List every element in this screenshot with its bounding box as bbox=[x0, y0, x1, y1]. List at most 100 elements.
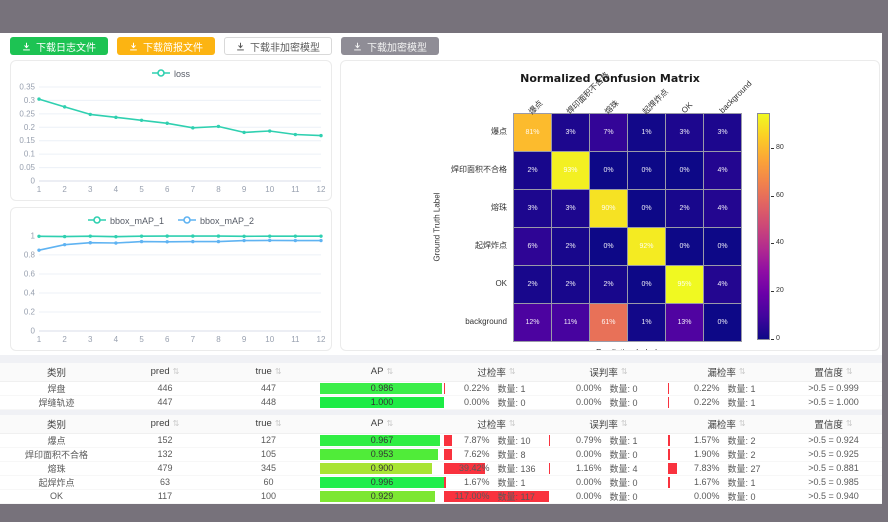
matrix-colorbar bbox=[757, 113, 770, 340]
legend-label: bbox_mAP_1 bbox=[110, 216, 164, 226]
legend-marker-icon bbox=[152, 69, 170, 79]
svg-text:4: 4 bbox=[114, 185, 119, 194]
cell-ap: 0.996 bbox=[320, 475, 444, 489]
rate-count: 数量: 0 bbox=[728, 490, 774, 503]
download-button-gray[interactable]: 下载加密模型 bbox=[341, 37, 439, 55]
download-button-orange[interactable]: 下载简报文件 bbox=[117, 37, 215, 55]
matrix-cell: 2% bbox=[666, 190, 703, 227]
column-header-label: 类别 bbox=[0, 415, 113, 433]
rate-text: 1.67%数量: 1 bbox=[444, 476, 549, 489]
svg-text:0.2: 0.2 bbox=[24, 123, 36, 132]
rate-percent: 1.67% bbox=[450, 477, 490, 487]
rate-percent: 0.00% bbox=[562, 491, 602, 501]
cell-conf: >0.5 = 0.999 bbox=[785, 381, 882, 395]
rate-count: 数量: 0 bbox=[610, 396, 656, 409]
cell-mis: 0.00%数量: 0 bbox=[549, 381, 668, 395]
matrix-cell: 1% bbox=[628, 304, 665, 341]
chart-legend: bbox_mAP_1 bbox_mAP_2 bbox=[11, 208, 331, 228]
rate-text: 0.00%数量: 0 bbox=[549, 448, 668, 461]
rate-percent: 0.00% bbox=[562, 383, 602, 393]
column-header-over[interactable]: 过检率⇅ bbox=[444, 415, 549, 433]
svg-text:4: 4 bbox=[114, 335, 119, 344]
cell-miss: 7.83%数量: 27 bbox=[668, 461, 785, 475]
rate-percent: 0.22% bbox=[680, 397, 720, 407]
matrix-cell: 4% bbox=[704, 266, 741, 303]
svg-text:8: 8 bbox=[216, 335, 221, 344]
svg-text:6: 6 bbox=[165, 335, 170, 344]
legend-label: bbox_mAP_2 bbox=[200, 216, 254, 226]
cell-pred: 447 bbox=[113, 395, 217, 409]
matrix-row-label: 焊印面积不合格 bbox=[357, 151, 507, 188]
sort-caret-icon: ⇅ bbox=[621, 368, 628, 376]
column-header-over[interactable]: 过检率⇅ bbox=[444, 363, 549, 381]
rate-count: 数量: 1 bbox=[610, 434, 656, 447]
column-header-conf[interactable]: 置信度⇅ bbox=[785, 363, 882, 381]
column-header-true[interactable]: true⇅ bbox=[217, 415, 320, 433]
rate-count: 数量: 1 bbox=[498, 382, 544, 395]
column-header-true[interactable]: true⇅ bbox=[217, 363, 320, 381]
sort-caret-icon: ⇅ bbox=[509, 420, 516, 428]
cell-pred: 117 bbox=[113, 489, 217, 503]
cell-ap: 1.000 bbox=[320, 395, 444, 409]
sort-caret-icon: ⇅ bbox=[173, 368, 180, 376]
rate-count: 数量: 10 bbox=[498, 434, 544, 447]
cell-mis: 0.00%数量: 0 bbox=[549, 489, 668, 503]
ap-value: 1.000 bbox=[320, 396, 444, 409]
download-button-green[interactable]: 下载日志文件 bbox=[10, 37, 108, 55]
cell-label: OK bbox=[0, 489, 113, 503]
cell-pred: 132 bbox=[113, 447, 217, 461]
rate-count: 数量: 1 bbox=[728, 396, 774, 409]
matrix-cell: 11% bbox=[552, 304, 589, 341]
sort-caret-icon: ⇅ bbox=[509, 368, 516, 376]
matrix-cell: 1% bbox=[628, 114, 665, 151]
confusion-matrix-card: Normalized Confusion Matrix 81%3%7%1%3%3… bbox=[340, 60, 880, 351]
column-header-pred[interactable]: pred⇅ bbox=[113, 415, 217, 433]
rate-count: 数量: 2 bbox=[728, 448, 774, 461]
cell-true: 447 bbox=[217, 381, 320, 395]
svg-text:9: 9 bbox=[242, 185, 247, 194]
rate-percent: 0.79% bbox=[562, 435, 602, 445]
column-title: 误判率 bbox=[589, 417, 618, 431]
ap-value: 0.996 bbox=[320, 476, 444, 489]
matrix-cell: 3% bbox=[514, 190, 551, 227]
column-title: AP bbox=[371, 366, 384, 377]
confusion-matrix-grid: 81%3%7%1%3%3%2%93%0%0%0%4%3%3%90%0%2%4%6… bbox=[513, 113, 742, 342]
column-header-conf[interactable]: 置信度⇅ bbox=[785, 415, 882, 433]
svg-text:0.1: 0.1 bbox=[24, 150, 36, 159]
button-label: 下载日志文件 bbox=[36, 39, 96, 54]
svg-text:0.05: 0.05 bbox=[19, 163, 35, 172]
column-header-mis[interactable]: 误判率⇅ bbox=[549, 363, 668, 381]
matrix-cell: 12% bbox=[514, 304, 551, 341]
legend-item-loss[interactable]: loss bbox=[152, 67, 190, 81]
svg-text:1: 1 bbox=[31, 231, 36, 240]
ap-value: 0.953 bbox=[320, 448, 444, 461]
top-window-bar bbox=[0, 0, 888, 33]
column-header-pred[interactable]: pred⇅ bbox=[113, 363, 217, 381]
loss-chart-card: loss00.050.10.150.20.250.30.351234567891… bbox=[10, 60, 332, 201]
column-header-ap[interactable]: AP⇅ bbox=[320, 363, 444, 381]
legend-item-bbox_mAP_1[interactable]: bbox_mAP_1 bbox=[88, 214, 164, 228]
matrix-xlabel: Prediction Label bbox=[513, 347, 740, 351]
sort-caret-icon: ⇅ bbox=[386, 420, 393, 428]
rate-text: 1.67%数量: 1 bbox=[668, 476, 785, 489]
matrix-cell: 0% bbox=[628, 152, 665, 189]
rate-text: 0.79% 数量: 1 bbox=[549, 434, 668, 447]
rate-text: 0.00%数量: 0 bbox=[444, 396, 549, 409]
legend-item-bbox_mAP_2[interactable]: bbox_mAP_2 bbox=[178, 214, 254, 228]
matrix-ylabel: Ground Truth Label bbox=[433, 192, 442, 261]
column-header-miss[interactable]: 漏检率⇅ bbox=[668, 415, 785, 433]
download-button-plain[interactable]: 下载非加密模型 bbox=[224, 37, 332, 55]
svg-text:11: 11 bbox=[291, 335, 300, 344]
rate-count: 数量: 0 bbox=[610, 448, 656, 461]
matrix-cell: 3% bbox=[704, 114, 741, 151]
svg-text:12: 12 bbox=[317, 185, 326, 194]
column-header-mis[interactable]: 误判率⇅ bbox=[549, 415, 668, 433]
rate-percent: 0.00% bbox=[450, 397, 490, 407]
column-header-miss[interactable]: 漏检率⇅ bbox=[668, 363, 785, 381]
column-header-ap[interactable]: AP⇅ bbox=[320, 415, 444, 433]
matrix-cell: 95% bbox=[666, 266, 703, 303]
matrix-cell: 92% bbox=[628, 228, 665, 265]
sort-caret-icon: ⇅ bbox=[386, 368, 393, 376]
detection-results-table-2: 类别pred⇅true⇅AP⇅过检率⇅误判率⇅漏检率⇅置信度⇅爆点1521270… bbox=[0, 415, 882, 504]
matrix-cell: 0% bbox=[590, 152, 627, 189]
